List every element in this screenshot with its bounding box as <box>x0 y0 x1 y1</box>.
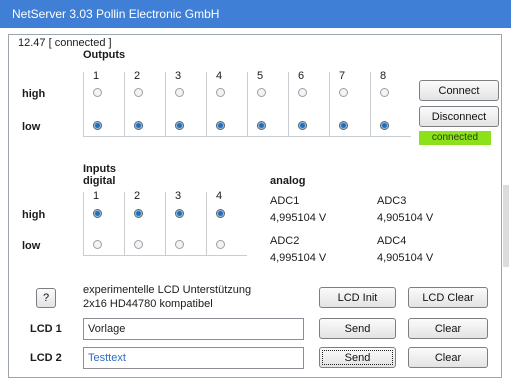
output-cell <box>370 72 411 137</box>
output-cell <box>329 72 370 137</box>
input-2-low-radio <box>134 240 143 249</box>
lcd2-clear-button[interactable]: Clear <box>408 347 488 368</box>
outputs-high-label: high <box>22 88 46 100</box>
output-cell <box>83 72 124 137</box>
inputs-digital-subheading: digital <box>83 175 116 187</box>
input-cell <box>83 192 124 256</box>
window-title: NetServer 3.03 Pollin Electronic GmbH <box>12 7 220 21</box>
disconnect-button[interactable]: Disconnect <box>419 106 499 127</box>
adc1-value: 4,995104 V <box>270 212 327 224</box>
input-channel-number: 1 <box>93 190 100 202</box>
inputs-heading: Inputs <box>83 163 116 175</box>
output-2-low-radio[interactable] <box>134 121 143 130</box>
output-channel-number: 3 <box>175 70 182 82</box>
input-3-high-radio <box>175 209 184 218</box>
output-8-high-radio[interactable] <box>380 88 389 97</box>
output-6-low-radio[interactable] <box>298 121 307 130</box>
input-channel-number: 4 <box>216 190 223 202</box>
lcd2-send-button[interactable]: Send <box>319 347 396 368</box>
output-channel-number: 8 <box>380 70 387 82</box>
output-3-high-radio[interactable] <box>175 88 184 97</box>
input-cell <box>124 192 165 256</box>
input-4-high-radio <box>216 209 225 218</box>
output-6-high-radio[interactable] <box>298 88 307 97</box>
inputs-high-label: high <box>22 209 46 221</box>
lcd1-clear-button[interactable]: Clear <box>408 318 488 339</box>
input-4-low-radio <box>216 240 225 249</box>
output-channel-number: 7 <box>339 70 346 82</box>
output-5-low-radio[interactable] <box>257 121 266 130</box>
output-2-high-radio[interactable] <box>134 88 143 97</box>
adc4-value: 4,905104 V <box>377 252 434 264</box>
lcd1-label: LCD 1 <box>30 323 62 335</box>
lcd-description-line2: 2x16 HD44780 kompatibel <box>83 298 213 310</box>
adc2-value: 4,995104 V <box>270 252 327 264</box>
output-1-low-radio[interactable] <box>93 121 102 130</box>
output-5-high-radio[interactable] <box>257 88 266 97</box>
connect-button[interactable]: Connect <box>419 80 499 101</box>
lcd2-input[interactable] <box>83 347 304 369</box>
output-cell <box>247 72 288 137</box>
adc3-value: 4,905104 V <box>377 212 434 224</box>
lcd2-label: LCD 2 <box>30 352 62 364</box>
output-cell <box>206 72 247 137</box>
scrollbar[interactable] <box>503 185 509 267</box>
lcd1-input[interactable] <box>83 318 304 340</box>
inputs-low-label: low <box>22 240 41 252</box>
lcd-clear-button[interactable]: LCD Clear <box>408 287 488 308</box>
lcd-init-button[interactable]: LCD Init <box>319 287 396 308</box>
output-3-low-radio[interactable] <box>175 121 184 130</box>
output-7-high-radio[interactable] <box>339 88 348 97</box>
adc3-label: ADC3 <box>377 195 407 207</box>
adc2-label: ADC2 <box>270 235 300 247</box>
outputs-low-label: low <box>22 121 41 133</box>
help-button[interactable]: ? <box>36 288 56 308</box>
input-cell <box>165 192 206 256</box>
output-cell <box>288 72 329 137</box>
adc4-label: ADC4 <box>377 235 407 247</box>
input-cell <box>206 192 247 256</box>
output-4-low-radio[interactable] <box>216 121 225 130</box>
output-channel-number: 4 <box>216 70 223 82</box>
output-channel-number: 5 <box>257 70 264 82</box>
output-1-high-radio[interactable] <box>93 88 102 97</box>
output-7-low-radio[interactable] <box>339 121 348 130</box>
output-channel-number: 2 <box>134 70 141 82</box>
lcd1-send-button[interactable]: Send <box>319 318 396 339</box>
output-channel-number: 1 <box>93 70 100 82</box>
input-3-low-radio <box>175 240 184 249</box>
output-cell <box>165 72 206 137</box>
window-titlebar: NetServer 3.03 Pollin Electronic GmbH <box>0 0 511 28</box>
connection-status-badge: connected <box>419 131 491 145</box>
output-cell <box>124 72 165 137</box>
output-4-high-radio[interactable] <box>216 88 225 97</box>
lcd-description-line1: experimentelle LCD Unterstützung <box>83 284 252 296</box>
input-2-high-radio <box>134 209 143 218</box>
input-1-low-radio <box>93 240 102 249</box>
input-channel-number: 3 <box>175 190 182 202</box>
analog-heading: analog <box>270 175 306 187</box>
input-1-high-radio <box>93 209 102 218</box>
outputs-heading: Outputs <box>83 49 126 61</box>
panel-title: 12.47 [ connected ] <box>18 37 112 49</box>
adc1-label: ADC1 <box>270 195 300 207</box>
output-8-low-radio[interactable] <box>380 121 389 130</box>
input-channel-number: 2 <box>134 190 141 202</box>
output-channel-number: 6 <box>298 70 305 82</box>
